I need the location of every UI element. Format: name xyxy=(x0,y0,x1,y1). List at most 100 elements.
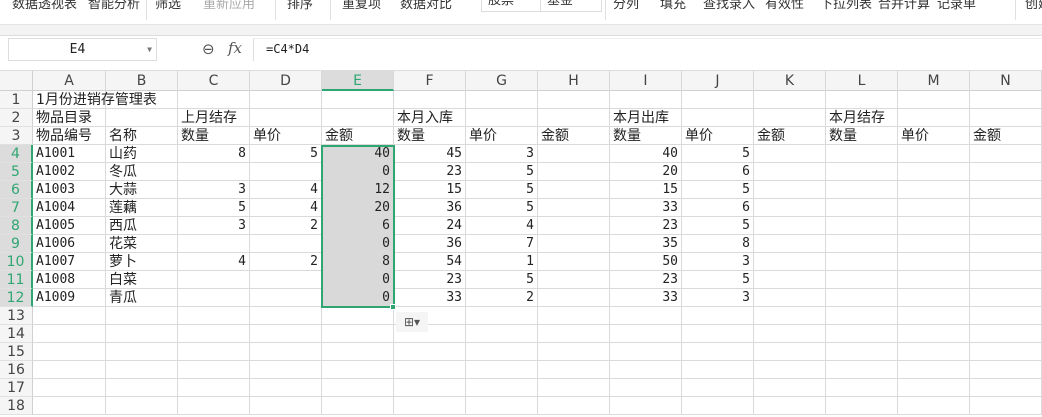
cell-i2[interactable]: 本月出库 xyxy=(610,109,682,127)
cell-g12[interactable]: 2 xyxy=(466,289,538,307)
cell-i16[interactable] xyxy=(610,361,682,379)
column-header-c[interactable]: C xyxy=(178,71,250,91)
cell-l10[interactable] xyxy=(826,253,898,271)
cell-j18[interactable] xyxy=(682,397,754,415)
cell-m16[interactable] xyxy=(898,361,970,379)
cell-h2[interactable] xyxy=(538,109,610,127)
cell-b3[interactable]: 名称 xyxy=(106,127,178,145)
cell-b2[interactable] xyxy=(106,109,178,127)
cell-n7[interactable] xyxy=(970,199,1042,217)
cell-f3[interactable]: 数量 xyxy=(394,127,466,145)
cell-h7[interactable] xyxy=(538,199,610,217)
cell-a9[interactable]: A1006 xyxy=(33,235,106,253)
cell-f2[interactable]: 本月入库 xyxy=(394,109,466,127)
cell-k3[interactable]: 金额 xyxy=(754,127,826,145)
cell-e1[interactable] xyxy=(322,91,394,109)
cell-j3[interactable]: 单价 xyxy=(682,127,754,145)
cell-k2[interactable] xyxy=(754,109,826,127)
cell-c16[interactable] xyxy=(178,361,250,379)
cell-m5[interactable] xyxy=(898,163,970,181)
cell-a7[interactable]: A1004 xyxy=(33,199,106,217)
cell-k10[interactable] xyxy=(754,253,826,271)
cell-n8[interactable] xyxy=(970,217,1042,235)
cell-a2[interactable]: 物品目录 xyxy=(33,109,106,127)
row-header-11[interactable]: 11 xyxy=(0,271,33,289)
cell-f17[interactable] xyxy=(394,379,466,397)
cell-g11[interactable]: 5 xyxy=(466,271,538,289)
cell-j14[interactable] xyxy=(682,325,754,343)
toolbar-item[interactable]: 查找录入 xyxy=(703,0,755,12)
cell-e6[interactable]: 12 xyxy=(322,181,394,199)
cell-f18[interactable] xyxy=(394,397,466,415)
column-header-g[interactable]: G xyxy=(466,71,538,91)
cell-g4[interactable]: 3 xyxy=(466,145,538,163)
cell-c17[interactable] xyxy=(178,379,250,397)
cell-h1[interactable] xyxy=(538,91,610,109)
cell-c13[interactable] xyxy=(178,307,250,325)
cell-e11[interactable]: 0 xyxy=(322,271,394,289)
toolbar-item[interactable]: 智能分析 xyxy=(88,0,140,12)
select-all-corner[interactable] xyxy=(0,71,33,91)
row-header-14[interactable]: 14 xyxy=(0,325,33,343)
cell-l2[interactable]: 本月结存 xyxy=(826,109,898,127)
cell-n15[interactable] xyxy=(970,343,1042,361)
cell-n9[interactable] xyxy=(970,235,1042,253)
cell-h12[interactable] xyxy=(538,289,610,307)
cell-i3[interactable]: 数量 xyxy=(610,127,682,145)
cell-i4[interactable]: 40 xyxy=(610,145,682,163)
cell-i7[interactable]: 33 xyxy=(610,199,682,217)
row-header-15[interactable]: 15 xyxy=(0,343,33,361)
cell-c3[interactable]: 数量 xyxy=(178,127,250,145)
cell-n10[interactable] xyxy=(970,253,1042,271)
cell-h9[interactable] xyxy=(538,235,610,253)
cell-c5[interactable] xyxy=(178,163,250,181)
cell-l17[interactable] xyxy=(826,379,898,397)
cell-e16[interactable] xyxy=(322,361,394,379)
cell-a13[interactable] xyxy=(33,307,106,325)
cell-h16[interactable] xyxy=(538,361,610,379)
cell-g10[interactable]: 1 xyxy=(466,253,538,271)
cell-b10[interactable]: 萝卜 xyxy=(106,253,178,271)
cell-d14[interactable] xyxy=(250,325,322,343)
cell-d5[interactable] xyxy=(250,163,322,181)
cell-e14[interactable] xyxy=(322,325,394,343)
toolbar-item[interactable]: 下拉列表 xyxy=(820,0,872,12)
row-header-3[interactable]: 3 xyxy=(0,127,33,145)
toolbar-item[interactable]: 创建 xyxy=(1025,0,1042,12)
cell-f10[interactable]: 54 xyxy=(394,253,466,271)
cell-e15[interactable] xyxy=(322,343,394,361)
column-header-n[interactable]: N xyxy=(970,71,1042,91)
cell-b15[interactable] xyxy=(106,343,178,361)
toolbar-item[interactable]: 基金 xyxy=(540,0,602,12)
cell-g15[interactable] xyxy=(466,343,538,361)
cell-f9[interactable]: 36 xyxy=(394,235,466,253)
row-header-1[interactable]: 1 xyxy=(0,91,33,109)
cell-e18[interactable] xyxy=(322,397,394,415)
cell-j4[interactable]: 5 xyxy=(682,145,754,163)
toolbar-item[interactable]: 数据对比 xyxy=(400,0,452,12)
cell-d3[interactable]: 单价 xyxy=(250,127,322,145)
cell-l18[interactable] xyxy=(826,397,898,415)
cell-b7[interactable]: 莲藕 xyxy=(106,199,178,217)
cell-m7[interactable] xyxy=(898,199,970,217)
cell-a10[interactable]: A1007 xyxy=(33,253,106,271)
cell-g6[interactable]: 5 xyxy=(466,181,538,199)
cell-c8[interactable]: 3 xyxy=(178,217,250,235)
column-header-d[interactable]: D xyxy=(250,71,322,91)
cell-l11[interactable] xyxy=(826,271,898,289)
cell-k8[interactable] xyxy=(754,217,826,235)
toolbar-item[interactable]: 分列 xyxy=(613,0,639,12)
cell-k12[interactable] xyxy=(754,289,826,307)
cell-m12[interactable] xyxy=(898,289,970,307)
cell-i8[interactable]: 23 xyxy=(610,217,682,235)
cell-g2[interactable] xyxy=(466,109,538,127)
cell-a4[interactable]: A1001 xyxy=(33,145,106,163)
cell-c14[interactable] xyxy=(178,325,250,343)
cell-i12[interactable]: 33 xyxy=(610,289,682,307)
cell-k15[interactable] xyxy=(754,343,826,361)
cell-e8[interactable]: 6 xyxy=(322,217,394,235)
cell-f11[interactable]: 23 xyxy=(394,271,466,289)
cell-m17[interactable] xyxy=(898,379,970,397)
cell-c12[interactable] xyxy=(178,289,250,307)
cell-n16[interactable] xyxy=(970,361,1042,379)
